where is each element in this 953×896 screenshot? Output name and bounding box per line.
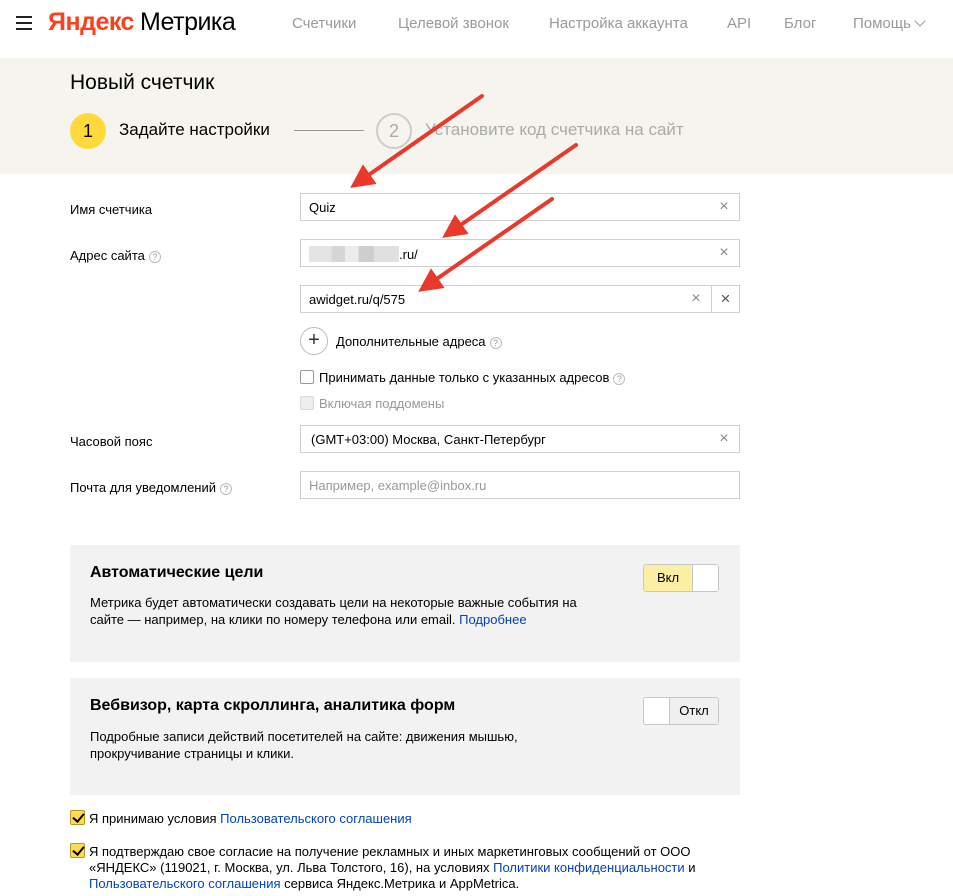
- menu-icon[interactable]: [16, 16, 32, 30]
- clear-icon[interactable]: ×: [689, 291, 703, 307]
- nav-counters[interactable]: Счетчики: [292, 15, 356, 32]
- counter-name-input[interactable]: Quiz ×: [300, 193, 740, 221]
- help-icon[interactable]: ?: [489, 337, 502, 349]
- remove-address-button[interactable]: ×: [711, 286, 739, 312]
- consent-suffix: сервиса Яндекс.Метрика и AppMetrica.: [284, 876, 520, 891]
- site-address-label: Адрес сайта?: [70, 248, 161, 263]
- only-listed-checkbox[interactable]: [300, 370, 314, 384]
- timezone-select[interactable]: (GMT+03:00) Москва, Санкт-Петербург ×: [300, 425, 740, 453]
- nav-blog[interactable]: Блог: [784, 15, 816, 32]
- timezone-value: (GMT+03:00) Москва, Санкт-Петербург: [311, 432, 546, 447]
- site-address-input[interactable]: .ru/ ×: [300, 239, 740, 267]
- help-icon[interactable]: ?: [220, 483, 233, 495]
- counter-name-value: Quiz: [309, 200, 336, 215]
- auto-goals-title: Автоматические цели: [90, 564, 264, 581]
- privacy-policy-link[interactable]: Политики конфиденциальности: [493, 860, 685, 875]
- nav-target-call[interactable]: Целевой звонок: [398, 15, 509, 32]
- logo-product: Метрика: [139, 8, 236, 36]
- include-subdomains-checkbox[interactable]: [300, 396, 314, 410]
- only-listed-text: Принимать данные только с указанных адре…: [319, 370, 610, 385]
- toggle-knob: [644, 698, 670, 724]
- email-label-text: Почта для уведомлений: [70, 480, 217, 495]
- extra-address-input[interactable]: awidget.ru/q/575 × ×: [300, 285, 740, 313]
- site-address-label-text: Адрес сайта: [70, 248, 145, 263]
- terms-link[interactable]: Пользовательского соглашения: [89, 876, 281, 891]
- accept-terms-text: Я принимаю условия Пользовательского сог…: [89, 811, 709, 827]
- more-info-link[interactable]: Подробнее: [459, 612, 526, 627]
- webvisor-description: Подробные записи действий посетителей на…: [90, 729, 518, 761]
- webvisor-panel: Вебвизор, карта скроллинга, аналитика фо…: [70, 678, 740, 795]
- logo-brand: Яндекс: [48, 8, 134, 36]
- toggle-on-label: Вкл: [644, 565, 692, 591]
- email-input[interactable]: Например, example@inbox.ru: [300, 471, 740, 499]
- consent-and: и: [688, 860, 696, 875]
- accept-terms-checkbox[interactable]: [70, 810, 85, 825]
- site-address-value: .ru/: [309, 246, 418, 262]
- marketing-consent-text: Я подтверждаю свое согласие на получение…: [89, 844, 709, 892]
- clear-icon[interactable]: ×: [717, 199, 731, 215]
- step-2-number: 2: [376, 113, 412, 149]
- user-agreement-link[interactable]: Пользовательского соглашения: [220, 811, 412, 826]
- nav-account-settings[interactable]: Настройка аккаунта: [549, 15, 688, 32]
- additional-addresses-label[interactable]: Дополнительные адреса?: [336, 334, 502, 349]
- clear-icon[interactable]: ×: [717, 431, 731, 447]
- extra-address-value: awidget.ru/q/575: [309, 292, 406, 307]
- help-icon[interactable]: ?: [613, 373, 626, 385]
- step-2-label: Установите код счетчика на сайт: [425, 120, 684, 139]
- nav-help[interactable]: Помощь: [853, 15, 926, 32]
- include-subdomains-label: Включая поддомены: [319, 396, 445, 411]
- clear-icon[interactable]: ×: [717, 245, 731, 261]
- site-address-suffix: .ru/: [399, 247, 418, 262]
- auto-goals-panel: Автоматические цели Метрика будет автома…: [70, 545, 740, 662]
- counter-name-label: Имя счетчика: [70, 202, 153, 217]
- step-divider: [294, 130, 364, 131]
- toggle-off-label: Откл: [670, 698, 718, 724]
- page-title: Новый счетчик: [70, 71, 215, 94]
- auto-goals-toggle[interactable]: Вкл: [643, 564, 719, 592]
- marketing-consent-checkbox[interactable]: [70, 843, 85, 858]
- blurred-domain: [309, 246, 399, 262]
- add-address-button[interactable]: +: [300, 327, 328, 355]
- logo[interactable]: Яндекс Метрика: [48, 8, 236, 37]
- chevron-down-icon: [914, 15, 926, 27]
- step-1-label: Задайте настройки: [119, 120, 270, 139]
- accept-prefix: Я принимаю условия: [89, 811, 217, 826]
- only-listed-label: Принимать данные только с указанных адре…: [319, 370, 626, 385]
- email-label: Почта для уведомлений?: [70, 480, 233, 495]
- step-1-number: 1: [70, 113, 106, 149]
- webvisor-title: Вебвизор, карта скроллинга, аналитика фо…: [90, 697, 456, 714]
- help-icon[interactable]: ?: [148, 251, 161, 263]
- additional-addresses-text: Дополнительные адреса: [336, 334, 486, 349]
- auto-goals-description: Метрика будет автоматически создавать це…: [90, 594, 610, 628]
- webvisor-toggle[interactable]: Откл: [643, 697, 719, 725]
- timezone-label: Часовой пояс: [70, 434, 153, 449]
- email-placeholder: Например, example@inbox.ru: [309, 478, 487, 493]
- title-band: Новый счетчик 1 Задайте настройки 2 Уста…: [0, 58, 953, 174]
- top-header: Яндекс Метрика Счетчики Целевой звонок На…: [0, 0, 953, 48]
- nav-api[interactable]: API: [727, 15, 751, 32]
- toggle-knob: [692, 565, 718, 591]
- nav-help-label: Помощь: [853, 15, 911, 32]
